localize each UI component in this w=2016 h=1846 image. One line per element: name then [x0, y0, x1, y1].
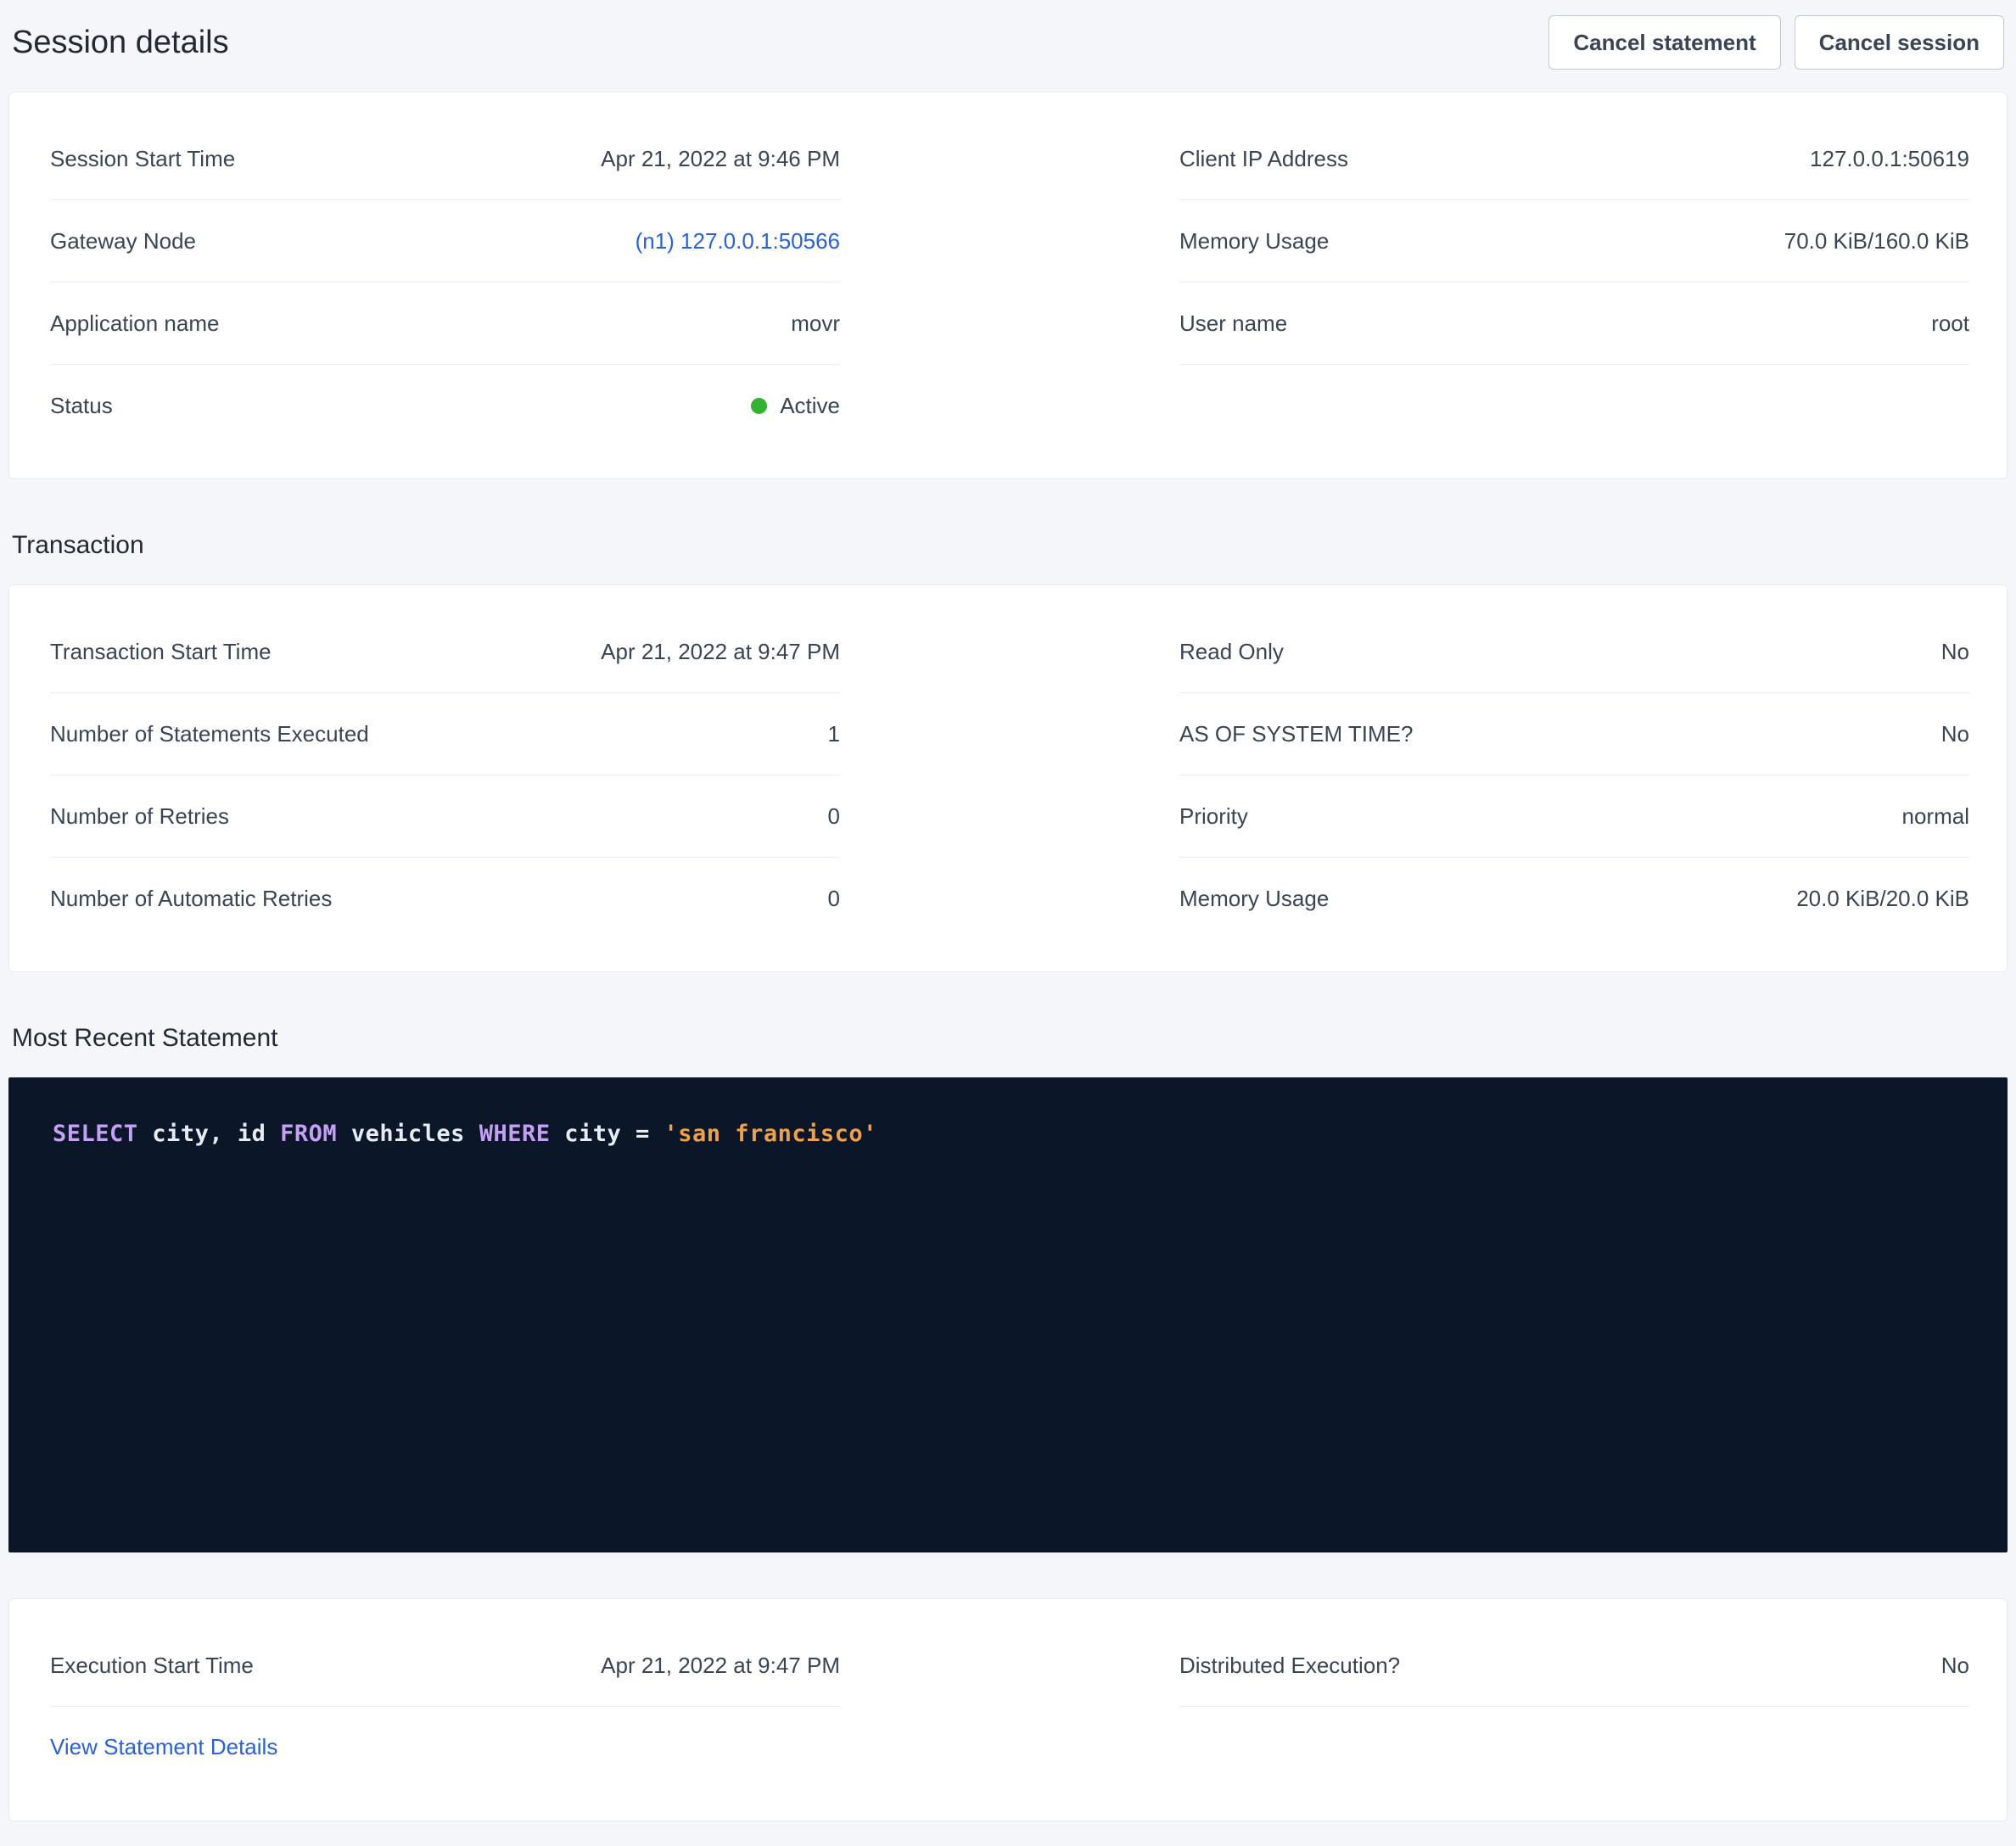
- row-label: Session Start Time: [50, 144, 235, 173]
- row-label: Priority: [1179, 802, 1248, 831]
- session-summary-right-column: Client IP Address 127.0.0.1:50619 Memory…: [1179, 118, 1969, 446]
- row-number-of-retries: Number of Retries 0: [50, 775, 840, 858]
- sql-token-keyword: SELECT: [53, 1121, 138, 1147]
- cancel-statement-button[interactable]: Cancel statement: [1548, 15, 1780, 70]
- row-transaction-memory-usage: Memory Usage 20.0 KiB/20.0 KiB: [1179, 858, 1969, 939]
- execution-right-column: Distributed Execution? No: [1179, 1625, 1969, 1761]
- row-as-of-system-time: AS OF SYSTEM TIME? No: [1179, 693, 1969, 775]
- row-label: AS OF SYSTEM TIME?: [1179, 719, 1413, 748]
- row-label: Distributed Execution?: [1179, 1651, 1400, 1680]
- row-label: Gateway Node: [50, 227, 196, 255]
- session-details-page: Session details Cancel statement Cancel …: [0, 0, 2016, 1821]
- row-read-only: Read Only No: [1179, 611, 1969, 693]
- row-value: Apr 21, 2022 at 9:46 PM: [601, 144, 840, 173]
- transaction-summary-card: Transaction Start Time Apr 21, 2022 at 9…: [8, 585, 2008, 972]
- most-recent-statement-code: SELECT city, id FROM vehicles WHERE city…: [8, 1077, 2008, 1552]
- row-distributed-execution: Distributed Execution? No: [1179, 1625, 1969, 1707]
- row-value: 20.0 KiB/20.0 KiB: [1796, 884, 1969, 913]
- sql-token-plain: vehicles: [337, 1121, 479, 1147]
- status-active-dot-icon: [751, 398, 767, 414]
- execution-summary-grid: Execution Start Time Apr 21, 2022 at 9:4…: [50, 1625, 1969, 1761]
- row-execution-start-time: Execution Start Time Apr 21, 2022 at 9:4…: [50, 1625, 840, 1707]
- sql-token-string: 'san francisco': [664, 1121, 877, 1147]
- most-recent-statement-heading: Most Recent Statement: [12, 1021, 2004, 1055]
- row-label: Memory Usage: [1179, 884, 1329, 913]
- transaction-section-heading: Transaction: [12, 529, 2004, 562]
- row-gateway-node: Gateway Node (n1) 127.0.0.1:50566: [50, 200, 840, 282]
- row-status: Status Active: [50, 365, 840, 446]
- row-label: Status: [50, 391, 113, 420]
- page-header: Session details Cancel statement Cancel …: [8, 0, 2008, 92]
- row-value: No: [1941, 637, 1969, 666]
- status-text: Active: [780, 391, 840, 420]
- execution-left-column: Execution Start Time Apr 21, 2022 at 9:4…: [50, 1625, 840, 1761]
- row-value: 1: [828, 719, 840, 748]
- view-statement-details-link[interactable]: View Statement Details: [50, 1734, 277, 1759]
- row-value: movr: [791, 309, 840, 338]
- row-value: 70.0 KiB/160.0 KiB: [1784, 227, 1969, 255]
- row-label: Number of Statements Executed: [50, 719, 369, 748]
- row-transaction-start-time: Transaction Start Time Apr 21, 2022 at 9…: [50, 611, 840, 693]
- execution-summary-card: Execution Start Time Apr 21, 2022 at 9:4…: [8, 1598, 2008, 1821]
- view-statement-details-row: View Statement Details: [50, 1707, 840, 1761]
- row-value: 0: [828, 802, 840, 831]
- transaction-summary-grid: Transaction Start Time Apr 21, 2022 at 9…: [50, 611, 1969, 939]
- row-label: Number of Retries: [50, 802, 229, 831]
- session-summary-left-column: Session Start Time Apr 21, 2022 at 9:46 …: [50, 118, 840, 446]
- session-summary-grid: Session Start Time Apr 21, 2022 at 9:46 …: [50, 118, 1969, 446]
- row-application-name: Application name movr: [50, 282, 840, 365]
- session-summary-card: Session Start Time Apr 21, 2022 at 9:46 …: [8, 92, 2008, 479]
- cancel-session-button[interactable]: Cancel session: [1795, 15, 2004, 70]
- row-automatic-retries: Number of Automatic Retries 0: [50, 858, 840, 939]
- row-value: Apr 21, 2022 at 9:47 PM: [601, 1651, 840, 1680]
- transaction-right-column: Read Only No AS OF SYSTEM TIME? No Prior…: [1179, 611, 1969, 939]
- row-memory-usage: Memory Usage 70.0 KiB/160.0 KiB: [1179, 200, 1969, 282]
- row-label: Memory Usage: [1179, 227, 1329, 255]
- page-title: Session details: [12, 25, 229, 61]
- row-user-name: User name root: [1179, 282, 1969, 365]
- row-label: Transaction Start Time: [50, 637, 272, 666]
- row-label: Number of Automatic Retries: [50, 884, 332, 913]
- row-client-ip-address: Client IP Address 127.0.0.1:50619: [1179, 118, 1969, 200]
- header-actions: Cancel statement Cancel session: [1548, 15, 2004, 70]
- row-label: Execution Start Time: [50, 1651, 254, 1680]
- row-session-start-time: Session Start Time Apr 21, 2022 at 9:46 …: [50, 118, 840, 200]
- row-priority: Priority normal: [1179, 775, 1969, 858]
- row-label: User name: [1179, 309, 1287, 338]
- row-label: Read Only: [1179, 637, 1284, 666]
- row-label: Client IP Address: [1179, 144, 1348, 173]
- row-value: Apr 21, 2022 at 9:47 PM: [601, 637, 840, 666]
- row-label: Application name: [50, 309, 219, 338]
- session-status: Active: [751, 391, 840, 420]
- gateway-node-link[interactable]: (n1) 127.0.0.1:50566: [636, 227, 840, 255]
- sql-token-keyword: FROM: [280, 1121, 337, 1147]
- sql-token-plain: city =: [550, 1121, 664, 1147]
- sql-token-plain: city, id: [138, 1121, 281, 1147]
- sql-token-keyword: WHERE: [479, 1121, 551, 1147]
- row-value: 0: [828, 884, 840, 913]
- row-value: No: [1941, 1651, 1969, 1680]
- row-value: 127.0.0.1:50619: [1810, 144, 1969, 173]
- row-value: normal: [1902, 802, 1969, 831]
- transaction-left-column: Transaction Start Time Apr 21, 2022 at 9…: [50, 611, 840, 939]
- row-statements-executed: Number of Statements Executed 1: [50, 693, 840, 775]
- row-value: root: [1931, 309, 1969, 338]
- row-value: No: [1941, 719, 1969, 748]
- sql-statement: SELECT city, id FROM vehicles WHERE city…: [53, 1118, 1963, 1150]
